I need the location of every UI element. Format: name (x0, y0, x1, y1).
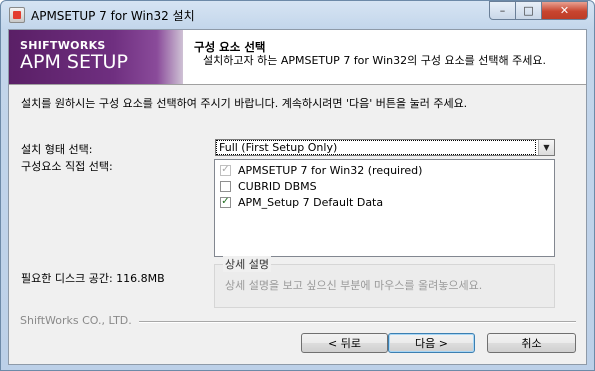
component-list: ✓ APMSETUP 7 for Win32 (required) CUBRID… (214, 159, 555, 257)
header-banner: SHIFTWORKS APM SETUP 구성 요소 선택 설치하고자 하는 A… (9, 30, 586, 85)
back-button[interactable]: < 뒤로 (301, 333, 388, 353)
maximize-button[interactable]: □ (516, 1, 542, 20)
chevron-down-icon[interactable]: ▼ (538, 140, 554, 155)
component-item-cubrid[interactable]: CUBRID DBMS (220, 179, 317, 193)
install-type-label: 설치 형태 선택: (21, 143, 93, 156)
title-bar[interactable]: APMSETUP 7 for Win32 설치 – □ ✕ (1, 1, 594, 29)
component-checkbox-apmsetup: ✓ (220, 164, 231, 176)
page-subtitle: 설치하고자 하는 APMSETUP 7 for Win32의 구성 요소를 선택… (203, 54, 547, 67)
description-text: 상세 설명을 보고 싶으신 부분에 마우스를 올려놓으세요. (225, 279, 483, 292)
component-label[interactable]: CUBRID DBMS (238, 180, 317, 193)
brand-logo: SHIFTWORKS APM SETUP (9, 30, 183, 84)
company-name: ShiftWorks CO., LTD. (20, 314, 132, 327)
close-button[interactable]: ✕ (542, 1, 588, 20)
minimize-button[interactable]: – (489, 1, 516, 20)
components-label: 구성요소 직접 선택: (21, 160, 113, 173)
instruction-text: 설치를 원하시는 구성 요소를 선택하여 주시기 바랍니다. 계속하시려면 '다… (21, 97, 468, 110)
component-checkbox-default-data[interactable]: ✓ (220, 196, 231, 208)
component-label: APMSETUP 7 for Win32 (required) (238, 163, 423, 177)
brand-product: APM SETUP (20, 51, 128, 73)
install-type-value: Full (First Setup Only) (216, 140, 536, 155)
minimize-icon: – (499, 4, 506, 17)
maximize-icon: □ (523, 4, 534, 17)
dialog-body: SHIFTWORKS APM SETUP 구성 요소 선택 설치하고자 하는 A… (8, 29, 587, 365)
component-checkbox-cubrid[interactable] (220, 180, 231, 192)
disk-space-label: 필요한 디스크 공간: 116.8MB (21, 272, 165, 285)
page-title: 구성 요소 선택 (194, 40, 266, 54)
app-icon (9, 7, 25, 23)
component-label[interactable]: APM_Setup 7 Default Data (238, 196, 383, 209)
component-item-default-data[interactable]: ✓ APM_Setup 7 Default Data (220, 195, 383, 209)
component-item-apmsetup: ✓ APMSETUP 7 for Win32 (required) (220, 163, 422, 177)
caption-buttons: – □ ✕ (489, 1, 588, 21)
window-title: APMSETUP 7 for Win32 설치 (31, 9, 195, 23)
install-type-select[interactable]: Full (First Setup Only) ▼ (215, 139, 555, 156)
close-icon: ✕ (559, 4, 570, 17)
next-button[interactable]: 다음 > (388, 333, 475, 353)
cancel-button[interactable]: 취소 (487, 333, 576, 353)
installer-window: APMSETUP 7 for Win32 설치 – □ ✕ SHIFTWORKS… (0, 0, 595, 371)
divider (139, 321, 576, 323)
description-legend: 상세 설명 (223, 256, 271, 272)
